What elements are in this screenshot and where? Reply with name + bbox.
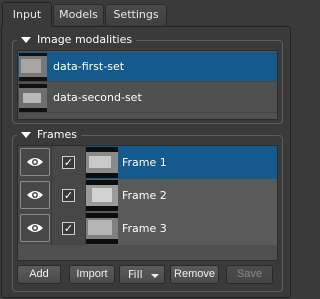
checkmark-icon: ✓	[63, 221, 74, 235]
frame-name-cell[interactable]: Frame 3	[86, 211, 277, 245]
frame-checkbox[interactable]: ✓	[62, 221, 75, 235]
tab-input[interactable]: Input	[2, 2, 52, 27]
enable-cell[interactable]: ✓	[52, 211, 86, 245]
collapse-triangle-icon[interactable]	[21, 132, 31, 138]
image-modalities-title: Image modalities	[37, 33, 133, 46]
visibility-toggle[interactable]	[19, 148, 50, 176]
fill-dropdown[interactable]: Fill	[119, 265, 165, 284]
frame-row[interactable]: ✓ Frame 2	[18, 178, 277, 212]
enable-cell[interactable]: ✓	[52, 145, 86, 179]
remove-button[interactable]: Remove	[170, 265, 219, 284]
frame-thumbnail-icon	[86, 146, 118, 178]
image-modalities-header[interactable]: Image modalities	[17, 33, 137, 47]
modality-label: data-first-set	[53, 60, 125, 73]
frames-list[interactable]: ✓ Frame 1 ✓ Frame 2 ✓ Frame 3	[17, 145, 278, 261]
visibility-toggle[interactable]	[19, 214, 50, 242]
frame-label: Frame 1	[122, 155, 167, 169]
frame-name-cell[interactable]: Frame 1	[86, 145, 277, 179]
checkmark-icon: ✓	[63, 188, 74, 202]
visibility-cell[interactable]	[18, 145, 52, 179]
checkmark-icon: ✓	[63, 155, 74, 169]
modality-thumbnail-icon	[19, 83, 47, 112]
modality-item[interactable]: data-second-set	[18, 83, 277, 113]
visibility-cell[interactable]	[18, 178, 52, 212]
collapse-triangle-icon[interactable]	[21, 37, 31, 43]
eye-icon	[26, 224, 43, 232]
frame-row[interactable]: ✓ Frame 1	[18, 145, 277, 179]
visibility-cell[interactable]	[18, 211, 52, 245]
eye-icon	[26, 191, 43, 199]
input-panel: Image modalities data-first-set data-sec…	[1, 26, 291, 298]
frames-title: Frames	[37, 128, 78, 141]
frame-thumbnail-icon	[86, 212, 118, 244]
frame-checkbox[interactable]: ✓	[62, 188, 75, 202]
import-button[interactable]: Import	[69, 265, 115, 284]
frame-row[interactable]: ✓ Frame 3	[18, 211, 277, 245]
chevron-down-icon	[151, 274, 159, 278]
tab-settings[interactable]: Settings	[105, 4, 167, 25]
visibility-toggle[interactable]	[19, 181, 50, 209]
tab-bar: Input Models Settings	[0, 0, 292, 27]
image-modalities-group: Image modalities data-first-set data-sec…	[12, 33, 283, 124]
modality-item[interactable]: data-first-set	[18, 52, 277, 82]
frame-name-cell[interactable]: Frame 2	[86, 178, 277, 212]
modality-thumbnail-icon	[19, 52, 47, 81]
enable-cell[interactable]: ✓	[52, 178, 86, 212]
fill-label: Fill	[128, 268, 143, 281]
modality-label: data-second-set	[53, 91, 142, 104]
tab-models[interactable]: Models	[53, 4, 104, 25]
frame-label: Frame 2	[122, 188, 167, 202]
modalities-list[interactable]: data-first-set data-second-set	[17, 50, 278, 120]
frame-thumbnail-icon	[86, 179, 118, 211]
frames-header[interactable]: Frames	[17, 128, 82, 142]
frame-checkbox[interactable]: ✓	[62, 155, 75, 169]
add-button[interactable]: Add	[17, 265, 61, 284]
save-button[interactable]: Save	[226, 265, 273, 284]
frame-label: Frame 3	[122, 221, 167, 235]
eye-icon	[26, 158, 43, 166]
